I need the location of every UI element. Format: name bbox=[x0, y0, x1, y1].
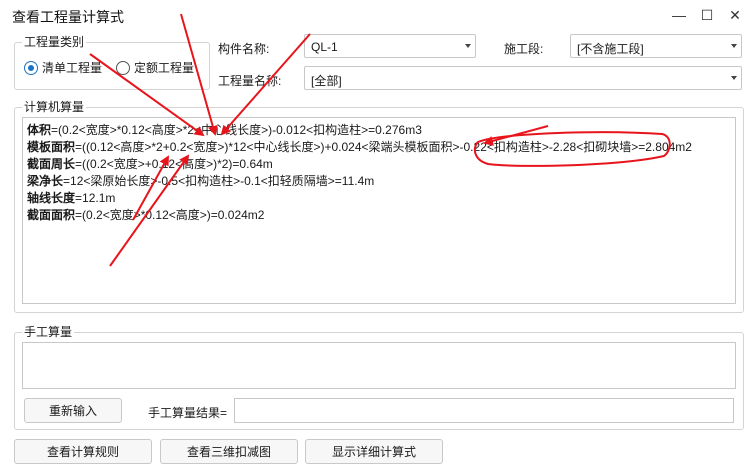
radio-unchecked-icon[interactable] bbox=[116, 60, 130, 75]
component-name-label: 构件名称: bbox=[218, 42, 270, 56]
calc-line: 体积=(0.2<宽度>*0.12<高度>*2<中心线长度>)-0.012<扣构造… bbox=[27, 122, 727, 139]
maximize-icon[interactable]: ☐ bbox=[692, 2, 722, 28]
stage-select[interactable]: [不含施工段] bbox=[570, 34, 742, 58]
radio-bill-quantity-label: 清单工程量 bbox=[42, 61, 103, 75]
quantity-name-value: [全部] bbox=[311, 74, 342, 88]
chevron-down-icon bbox=[731, 76, 737, 80]
component-name-select[interactable]: QL-1 bbox=[304, 34, 476, 58]
calc-line: 截面面积=(0.2<宽度>*0.12<高度>)=0.024m2 bbox=[27, 207, 727, 224]
calc-line-formula: =(0.2<宽度>*0.12<高度>*2<中心线长度>)-0.012<扣构造柱>… bbox=[51, 123, 422, 137]
show-detailed-formula-button[interactable]: 显示详细计算式 bbox=[305, 439, 443, 464]
calc-line-formula: =((0.2<宽度>+0.12<高度>)*2)=0.64m bbox=[75, 157, 273, 171]
computer-calc-textarea[interactable]: 体积=(0.2<宽度>*0.12<高度>*2<中心线长度>)-0.012<扣构造… bbox=[22, 117, 736, 304]
calc-line-key: 轴线长度 bbox=[27, 191, 76, 205]
component-name-value: QL-1 bbox=[311, 40, 338, 54]
view-rules-button[interactable]: 查看计算规则 bbox=[14, 439, 152, 464]
minimize-icon[interactable]: — bbox=[664, 2, 694, 28]
calc-line: 轴线长度=12.1m bbox=[27, 190, 727, 207]
radio-checked-icon[interactable] bbox=[24, 60, 38, 75]
calc-line-formula: =(0.2<宽度>*0.12<高度>)=0.024m2 bbox=[75, 208, 265, 222]
close-icon[interactable]: ✕ bbox=[720, 2, 750, 28]
calc-line-formula: =12<梁原始长度>-0.5<扣构造柱>-0.1<扣轻质隔墙>=11.4m bbox=[63, 174, 375, 188]
calc-line: 截面周长=((0.2<宽度>+0.12<高度>)*2)=0.64m bbox=[27, 156, 727, 173]
radio-quota-quantity-label: 定额工程量 bbox=[134, 61, 195, 75]
radio-bill-quantity[interactable]: 清单工程量 bbox=[24, 59, 102, 76]
manual-calc-group-label: 手工算量 bbox=[22, 325, 75, 339]
calc-line-key: 截面周长 bbox=[27, 157, 76, 171]
view-3d-deduction-button[interactable]: 查看三维扣减图 bbox=[160, 439, 298, 464]
calc-lines: 体积=(0.2<宽度>*0.12<高度>*2<中心线长度>)-0.012<扣构造… bbox=[27, 122, 727, 224]
title-bar: 查看工程量计算式 — ☐ ✕ bbox=[0, 0, 752, 30]
radio-quota-quantity[interactable]: 定额工程量 bbox=[116, 59, 194, 76]
window-title: 查看工程量计算式 bbox=[12, 9, 124, 25]
calc-line-key: 体积 bbox=[27, 123, 52, 137]
manual-result-label: 手工算量结果= bbox=[148, 406, 228, 420]
calc-line-formula: =((0.12<高度>*2+0.2<宽度>)*12<中心线长度>)+0.024<… bbox=[75, 140, 692, 154]
calc-line: 梁净长=12<梁原始长度>-0.5<扣构造柱>-0.1<扣轻质隔墙>=11.4m bbox=[27, 173, 727, 190]
stage-value: [不含施工段] bbox=[577, 42, 644, 56]
manual-result-input[interactable] bbox=[234, 398, 734, 423]
calc-formula-dialog: 查看工程量计算式 — ☐ ✕ 工程量类别 清单工程量 定额工程量 构件名称: Q… bbox=[0, 0, 752, 472]
reenter-button[interactable]: 重新输入 bbox=[24, 398, 122, 423]
calc-line-key: 模板面积 bbox=[27, 140, 76, 154]
computer-calc-group-label: 计算机算量 bbox=[22, 100, 87, 114]
chevron-down-icon bbox=[465, 44, 471, 48]
stage-label: 施工段: bbox=[504, 42, 544, 56]
calc-line-formula: =12.1m bbox=[75, 191, 116, 205]
manual-calc-textarea[interactable] bbox=[22, 342, 736, 389]
chevron-down-icon bbox=[731, 44, 737, 48]
quantity-name-select[interactable]: [全部] bbox=[304, 66, 742, 90]
quantity-type-group-label: 工程量类别 bbox=[22, 35, 87, 49]
calc-line-key: 截面面积 bbox=[27, 208, 76, 222]
calc-line-key: 梁净长 bbox=[27, 174, 64, 188]
quantity-name-label: 工程量名称: bbox=[218, 74, 282, 88]
calc-line: 模板面积=((0.12<高度>*2+0.2<宽度>)*12<中心线长度>)+0.… bbox=[27, 139, 727, 156]
